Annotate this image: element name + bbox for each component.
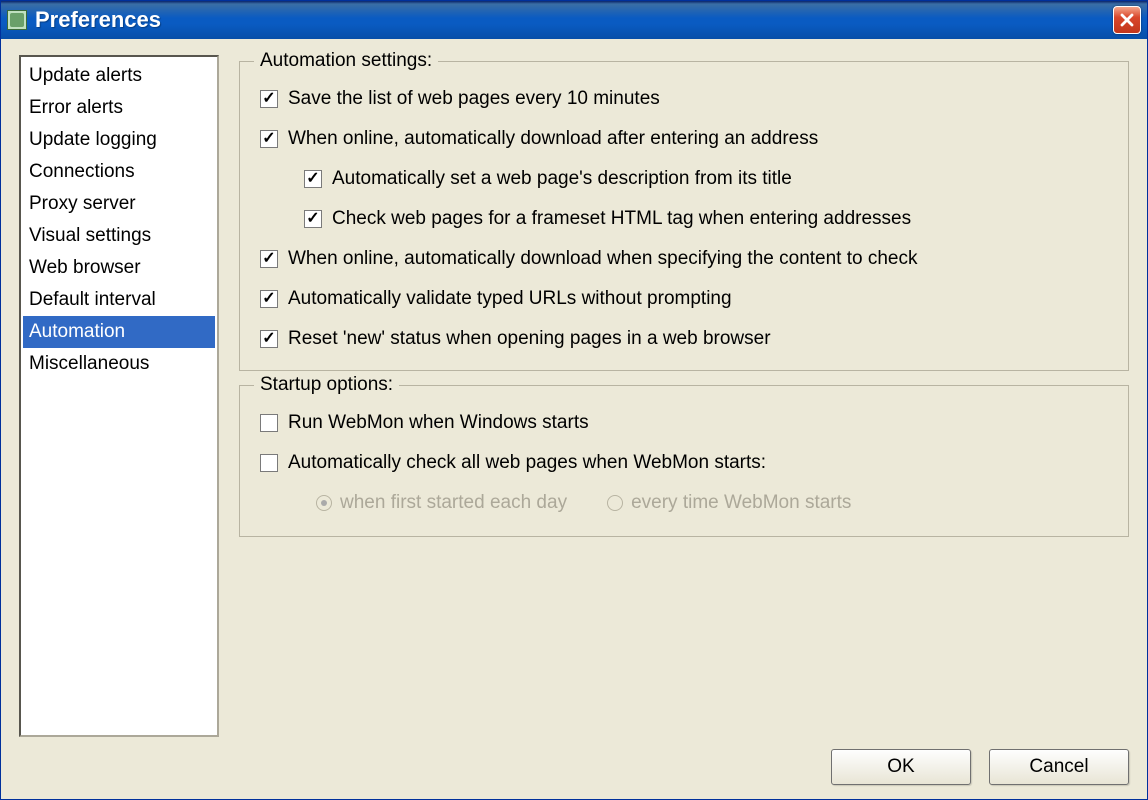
checkbox-icon[interactable] [260,130,278,148]
startup-legend: Startup options: [254,374,399,396]
opt-save-list[interactable]: Save the list of web pages every 10 minu… [260,88,1108,110]
opt-check-frameset[interactable]: Check web pages for a frameset HTML tag … [304,208,1108,230]
opt-label: Reset 'new' status when opening pages in… [288,328,771,350]
sidebar-item-proxy-server[interactable]: Proxy server [23,188,215,220]
sidebar-item-automation[interactable]: Automation [23,316,215,348]
opt-label: When online, automatically download when… [288,248,918,270]
startup-options-group: Startup options: Run WebMon when Windows… [239,385,1129,537]
opt-label: When online, automatically download afte… [288,128,818,150]
sidebar-item-connections[interactable]: Connections [23,156,215,188]
sidebar-item-update-alerts[interactable]: Update alerts [23,60,215,92]
automation-settings-group: Automation settings: Save the list of we… [239,61,1129,371]
radio-every-time-starts[interactable]: every time WebMon starts [607,492,851,514]
close-button[interactable] [1113,6,1141,34]
main-row: Update alerts Error alerts Update loggin… [19,55,1129,737]
opt-label: Run WebMon when Windows starts [288,412,589,434]
opt-validate-urls[interactable]: Automatically validate typed URLs withou… [260,288,1108,310]
content-panel: Automation settings: Save the list of we… [239,55,1129,737]
opt-label: Automatically set a web page's descripti… [332,168,792,190]
radio-icon [607,495,623,511]
titlebar[interactable]: Preferences [1,1,1147,39]
checkbox-icon[interactable] [260,414,278,432]
opt-set-description-from-title[interactable]: Automatically set a web page's descripti… [304,168,1108,190]
opt-auto-download-content[interactable]: When online, automatically download when… [260,248,1108,270]
checkbox-icon[interactable] [260,250,278,268]
opt-label: Save the list of web pages every 10 minu… [288,88,660,110]
sidebar-item-visual-settings[interactable]: Visual settings [23,220,215,252]
sidebar-item-web-browser[interactable]: Web browser [23,252,215,284]
checkbox-icon[interactable] [304,170,322,188]
opt-label: Automatically check all web pages when W… [288,452,766,474]
checkbox-icon[interactable] [260,454,278,472]
close-icon [1119,12,1135,28]
sidebar-item-default-interval[interactable]: Default interval [23,284,215,316]
sidebar-item-error-alerts[interactable]: Error alerts [23,92,215,124]
radio-icon [316,495,332,511]
category-list[interactable]: Update alerts Error alerts Update loggin… [19,55,219,737]
radio-first-started-each-day[interactable]: when first started each day [316,492,567,514]
window-title: Preferences [35,7,1113,33]
sidebar-item-miscellaneous[interactable]: Miscellaneous [23,348,215,380]
checkbox-icon[interactable] [260,290,278,308]
client-area: Update alerts Error alerts Update loggin… [1,39,1147,799]
opt-auto-check-on-startup[interactable]: Automatically check all web pages when W… [260,452,1108,474]
opt-label: Check web pages for a frameset HTML tag … [332,208,911,230]
checkbox-icon[interactable] [260,90,278,108]
app-icon [7,10,27,30]
checkbox-icon[interactable] [260,330,278,348]
opt-auto-download-address[interactable]: When online, automatically download afte… [260,128,1108,150]
preferences-window: Preferences Update alerts Error alerts U… [0,0,1148,800]
startup-radio-row: when first started each day every time W… [316,492,1108,514]
checkbox-icon[interactable] [304,210,322,228]
cancel-button[interactable]: Cancel [989,749,1129,785]
radio-label: when first started each day [340,492,567,514]
sidebar-item-update-logging[interactable]: Update logging [23,124,215,156]
automation-legend: Automation settings: [254,50,438,72]
opt-run-on-startup[interactable]: Run WebMon when Windows starts [260,412,1108,434]
ok-button[interactable]: OK [831,749,971,785]
radio-label: every time WebMon starts [631,492,851,514]
opt-label: Automatically validate typed URLs withou… [288,288,732,310]
dialog-button-row: OK Cancel [19,737,1129,785]
opt-reset-new-status[interactable]: Reset 'new' status when opening pages in… [260,328,1108,350]
